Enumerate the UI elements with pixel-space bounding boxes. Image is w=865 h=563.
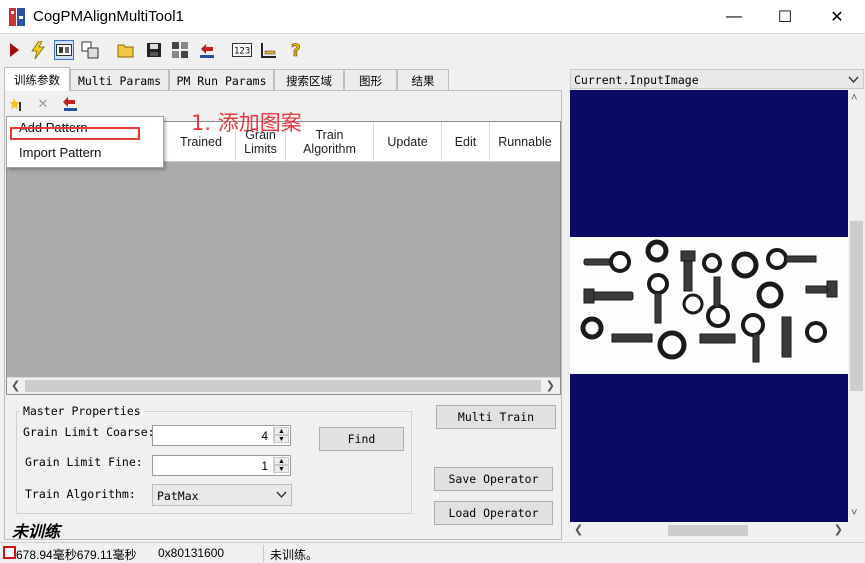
- status-separator: [263, 545, 264, 562]
- lightning-icon[interactable]: [28, 40, 48, 60]
- image-vscroll-thumb[interactable]: [850, 221, 863, 391]
- scroll-up-icon[interactable]: ˄: [851, 92, 857, 104]
- find-button[interactable]: Find: [319, 427, 404, 451]
- coarse-label: Grain Limit Coarse:: [23, 425, 155, 439]
- image-selector-value: Current.InputImage: [574, 73, 699, 87]
- status-message: 未训练。: [270, 548, 319, 562]
- chevron-down-icon: [276, 491, 287, 499]
- fine-up-icon[interactable]: ▲: [274, 457, 289, 465]
- image-vertical-scrollbar[interactable]: ˄ ˅: [848, 90, 865, 522]
- main-toolbar: 123 ?: [0, 35, 865, 65]
- add-pattern-menu: Add Pattern Import Pattern: [6, 116, 164, 168]
- grain-limit-fine-input[interactable]: 1 ▲ ▼: [152, 455, 291, 476]
- scroll-left-icon[interactable]: ❮: [574, 523, 583, 536]
- parts-image: [570, 237, 848, 374]
- fine-label: Grain Limit Fine:: [25, 455, 143, 469]
- annotation-add-pattern: 1. 添加图案: [191, 111, 302, 135]
- menu-item-import-pattern[interactable]: Import Pattern: [19, 145, 101, 160]
- image-display[interactable]: [570, 90, 848, 522]
- algorithm-label: Train Algorithm:: [25, 487, 136, 501]
- column-header-update[interactable]: Update: [374, 122, 442, 162]
- column-header-runnable[interactable]: Runnable: [490, 122, 560, 162]
- new-pattern-icon[interactable]: [8, 96, 26, 112]
- image-display-icon[interactable]: [54, 40, 74, 60]
- title-bar: CogPMAlignMultiTool1 — ☐ ✕: [0, 0, 865, 34]
- import-pattern-icon[interactable]: [61, 96, 79, 112]
- scroll-right-icon[interactable]: ❯: [546, 379, 555, 392]
- save-icon[interactable]: [144, 40, 164, 60]
- tab-results[interactable]: 结果: [397, 69, 449, 91]
- grain-limit-coarse-input[interactable]: 4 ▲ ▼: [152, 425, 291, 446]
- fine-down-icon[interactable]: ▼: [274, 465, 289, 473]
- multi-train-button[interactable]: Multi Train: [436, 405, 556, 429]
- chevron-down-icon: [848, 76, 859, 84]
- run-icon[interactable]: [4, 40, 24, 60]
- image-hscroll-thumb[interactable]: [668, 525, 748, 536]
- svg-text:?: ?: [291, 41, 301, 59]
- numeric-display-icon[interactable]: 123: [232, 40, 252, 60]
- status-time: 678.94毫秒679.11毫秒: [16, 548, 137, 562]
- grid-horizontal-scrollbar[interactable]: ❮ ❯: [7, 377, 560, 394]
- image-horizontal-scrollbar[interactable]: ❮ ❯: [570, 522, 848, 539]
- help-icon[interactable]: ?: [286, 40, 306, 60]
- tab-multi-params[interactable]: Multi Params: [70, 69, 169, 91]
- tab-train-params[interactable]: 训练参数: [4, 67, 70, 91]
- open-folder-icon[interactable]: [116, 40, 136, 60]
- load-operator-button[interactable]: Load Operator: [434, 501, 553, 525]
- image-selector[interactable]: Current.InputImage: [570, 69, 864, 89]
- scroll-left-icon[interactable]: ❮: [11, 379, 20, 392]
- app-icon: [9, 8, 25, 26]
- save-operator-button[interactable]: Save Operator: [434, 467, 553, 491]
- master-properties-title: Master Properties: [20, 404, 144, 418]
- column-header-edit[interactable]: Edit: [442, 122, 490, 162]
- tab-pm-run-params[interactable]: PM Run Params: [169, 69, 274, 91]
- grid-scroll-thumb[interactable]: [25, 380, 541, 392]
- tab-graphics[interactable]: 图形: [344, 69, 397, 91]
- minimize-button[interactable]: —: [711, 0, 757, 34]
- settings-grid-icon[interactable]: [170, 40, 190, 60]
- coarse-value: 4: [261, 429, 268, 443]
- fine-value: 1: [261, 459, 268, 473]
- train-algorithm-select[interactable]: PatMax: [152, 484, 292, 506]
- coarse-up-icon[interactable]: ▲: [274, 427, 289, 435]
- status-bar: 678.94毫秒679.11毫秒 0x80131600 未训练。: [0, 542, 865, 563]
- maximize-button[interactable]: ☐: [762, 0, 808, 34]
- highlight-box: [10, 127, 140, 140]
- graphics-icon[interactable]: [80, 40, 100, 60]
- delete-pattern-icon[interactable]: ✕: [34, 96, 52, 112]
- scroll-down-icon[interactable]: ˅: [851, 507, 857, 519]
- close-button[interactable]: ✕: [814, 0, 860, 34]
- tool-window: CogPMAlignMultiTool1 — ☐ ✕ 123 ? 训练参数 Mu…: [0, 0, 865, 563]
- train-status-label: 未训练: [12, 524, 61, 541]
- coarse-down-icon[interactable]: ▼: [274, 435, 289, 443]
- svg-text:123: 123: [234, 47, 250, 57]
- tab-search-region[interactable]: 搜索区域: [274, 69, 344, 91]
- error-status-icon: [3, 546, 16, 559]
- scroll-right-icon[interactable]: ❯: [834, 523, 843, 536]
- ruler-icon[interactable]: [259, 40, 279, 60]
- reset-icon[interactable]: [197, 40, 217, 60]
- status-code: 0x80131600: [158, 546, 225, 560]
- window-title: CogPMAlignMultiTool1: [33, 8, 184, 25]
- algorithm-value: PatMax: [157, 489, 199, 503]
